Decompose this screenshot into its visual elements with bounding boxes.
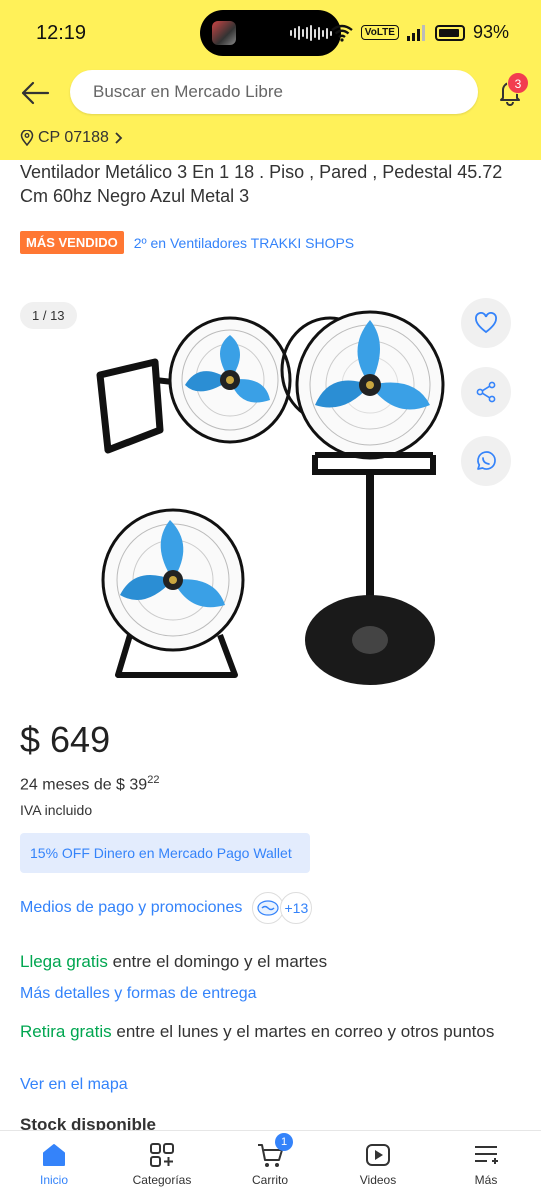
location-selector[interactable]: CP 07188 <box>20 129 123 147</box>
search-input[interactable]: Buscar en Mercado Libre <box>70 70 478 114</box>
payment-methods-link[interactable]: Medios de pago y promociones <box>20 899 242 917</box>
whatsapp-icon <box>477 451 496 470</box>
free-pickup-label: Retira gratis <box>20 1022 112 1041</box>
nav-videos-label: Videos <box>359 1173 397 1187</box>
promo-banner[interactable]: 15% OFF Dinero en Mercado Pago Wallet <box>20 833 310 873</box>
cart-count-badge: 1 <box>275 1133 293 1151</box>
ranking-link[interactable]: 2º en Ventiladores TRAKKI SHOPS <box>134 235 354 251</box>
header: Buscar en Mercado Libre 3 CP 07188 <box>0 64 541 160</box>
price: $ 649 <box>20 719 111 760</box>
location-pin-icon <box>20 130 34 146</box>
mercado-pago-logo-icon <box>257 900 279 916</box>
iva-note: IVA incluido <box>20 802 93 818</box>
nav-cart-label: Carrito <box>251 1173 288 1187</box>
product-title: Ventilador Metálico 3 En 1 18 . Piso , P… <box>20 162 503 206</box>
back-button[interactable] <box>18 76 52 110</box>
play-icon <box>366 1144 390 1166</box>
floor-fan-illustration <box>101 508 245 678</box>
payment-methods-row[interactable]: Medios de pago y promociones +13 <box>20 892 313 924</box>
nav-home[interactable]: Inicio <box>9 1141 99 1187</box>
signal-icon <box>406 24 425 41</box>
status-bar: 12:19 VoLTE 93% <box>0 0 541 64</box>
shipping-info: Llega gratis entre el domingo y el marte… <box>20 952 327 972</box>
volte-indicator: VoLTE <box>360 25 399 40</box>
view-map-link[interactable]: Ver en el mapa <box>20 1076 128 1094</box>
installments-cents: 22 <box>147 774 160 786</box>
clock: 12:19 <box>36 22 87 44</box>
nav-more-label: Más <box>474 1173 498 1187</box>
audio-wave-icon <box>290 25 332 41</box>
installments-text: 24 meses de $ 39 <box>20 776 148 794</box>
status-icons: VoLTE 93% <box>331 22 509 43</box>
nav-home-label: Inicio <box>39 1173 68 1187</box>
image-counter: 1 / 13 <box>20 302 77 329</box>
promo-text: 15% OFF Dinero en Mercado Pago Wallet <box>30 845 292 861</box>
shipping-details-link[interactable]: Más detalles y formas de entrega <box>20 985 257 1003</box>
notification-badge: 3 <box>507 72 529 94</box>
location-label: CP 07188 <box>38 129 109 146</box>
categories-icon <box>150 1143 174 1167</box>
wifi-icon <box>331 24 353 42</box>
search-placeholder: Buscar en Mercado Libre <box>93 82 283 101</box>
menu-icon <box>475 1146 498 1164</box>
favorite-button[interactable] <box>461 298 511 348</box>
share-icon <box>476 381 496 403</box>
home-icon <box>43 1144 65 1166</box>
dynamic-island <box>200 10 341 56</box>
heart-icon <box>475 312 497 334</box>
more-payment-methods-badge: +13 <box>280 892 313 924</box>
whatsapp-button[interactable] <box>461 436 511 486</box>
arrow-left-icon <box>21 81 50 105</box>
nav-videos[interactable]: Videos <box>333 1141 423 1187</box>
chevron-right-icon <box>115 132 123 144</box>
battery-level: 93% <box>472 22 509 42</box>
media-thumbnail <box>212 21 236 45</box>
nav-categories-label: Categorías <box>132 1173 192 1187</box>
share-button[interactable] <box>461 367 511 417</box>
image-gallery[interactable]: 1 / 13 <box>0 280 541 700</box>
pickup-info: Retira gratis entre el lunes y el martes… <box>20 1020 520 1043</box>
free-shipping-label: Llega gratis <box>20 952 108 971</box>
nav-categories[interactable]: Categorías <box>117 1141 207 1187</box>
pickup-window: entre el lunes y el martes en correo y o… <box>111 1022 495 1041</box>
shipping-window: entre el domingo y el martes <box>107 952 328 971</box>
pedestal-fan-illustration <box>295 310 445 685</box>
battery-icon <box>434 24 465 41</box>
installments: 24 meses de $ 3922 <box>20 774 159 794</box>
bottom-navigation: Inicio Categorías Carrito 1 Videos Más <box>0 1130 541 1200</box>
nav-more[interactable]: Más <box>441 1141 531 1187</box>
ranking-row: MÁS VENDIDO 2º en Ventiladores TRAKKI SH… <box>20 231 354 254</box>
best-seller-badge: MÁS VENDIDO <box>20 231 124 254</box>
nav-cart[interactable]: Carrito 1 <box>225 1133 315 1187</box>
product-image[interactable] <box>90 290 450 700</box>
